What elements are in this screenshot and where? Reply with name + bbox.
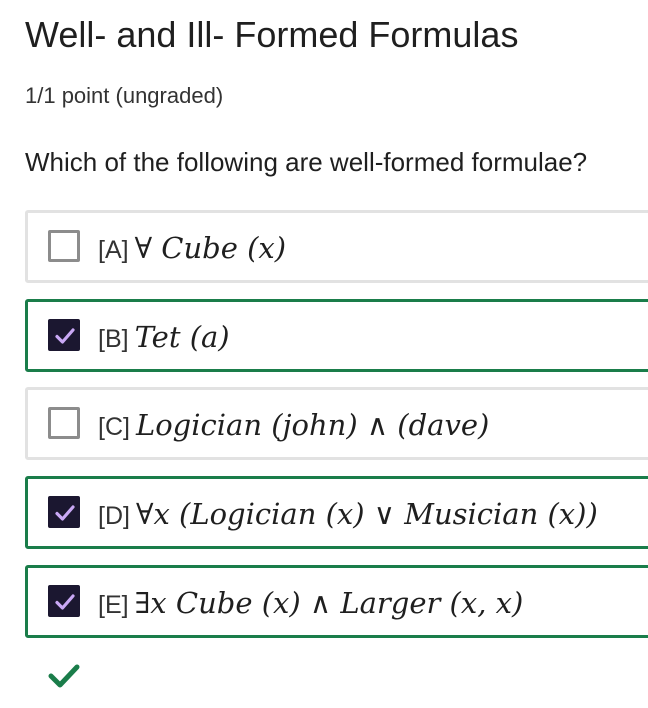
score-label: 1/1 point (ungraded) (25, 83, 224, 108)
choice-text: [B] Tet (a) (98, 317, 230, 357)
choice-label: [B] (98, 325, 129, 353)
checkbox[interactable] (48, 496, 80, 528)
choice-label: [A] (98, 236, 129, 264)
choice-text: [D] ∀x (Logician (x) ∨ Musician (x)) (98, 494, 598, 534)
choice-e[interactable]: [E] ∃x Cube (x) ∧ Larger (x, x) (25, 565, 648, 638)
choice-text: [E] ∃x Cube (x) ∧ Larger (x, x) (98, 583, 523, 623)
checkbox[interactable] (48, 319, 80, 351)
choice-label: [E] (98, 591, 129, 619)
correct-checkmark-icon (48, 664, 80, 688)
choice-text: [C] Logician (john) ∧ (dave) (98, 405, 489, 445)
choice-text: [A] ∀ Cube (x) (98, 228, 286, 268)
choice-formula: ∃x Cube (x) ∧ Larger (x, x) (134, 586, 524, 620)
checkmark-icon (55, 505, 75, 521)
quiz-page: Well- and Ill- Formed Formulas 1/1 point… (0, 0, 648, 708)
problem-title: Well- and Ill- Formed Formulas (25, 14, 519, 55)
choice-b[interactable]: [B] Tet (a) (25, 299, 648, 372)
choice-formula: ∀ Cube (x) (134, 231, 287, 265)
choice-a[interactable]: [A] ∀ Cube (x) (25, 210, 648, 283)
choice-formula: Tet (a) (134, 320, 230, 354)
checkbox[interactable] (48, 407, 80, 439)
choice-formula: ∀x (Logician (x) ∨ Musician (x)) (135, 497, 598, 531)
choice-label: [C] (98, 413, 130, 441)
checkbox[interactable] (48, 230, 80, 262)
choice-label: [D] (98, 502, 130, 530)
checkmark-icon (55, 594, 75, 610)
question-text: Which of the following are well-formed f… (25, 147, 588, 177)
checkmark-icon (55, 328, 75, 344)
checkbox[interactable] (48, 585, 80, 617)
choice-formula: Logician (john) ∧ (dave) (135, 408, 490, 442)
choice-d[interactable]: [D] ∀x (Logician (x) ∨ Musician (x)) (25, 476, 648, 549)
choice-c[interactable]: [C] Logician (john) ∧ (dave) (25, 387, 648, 460)
